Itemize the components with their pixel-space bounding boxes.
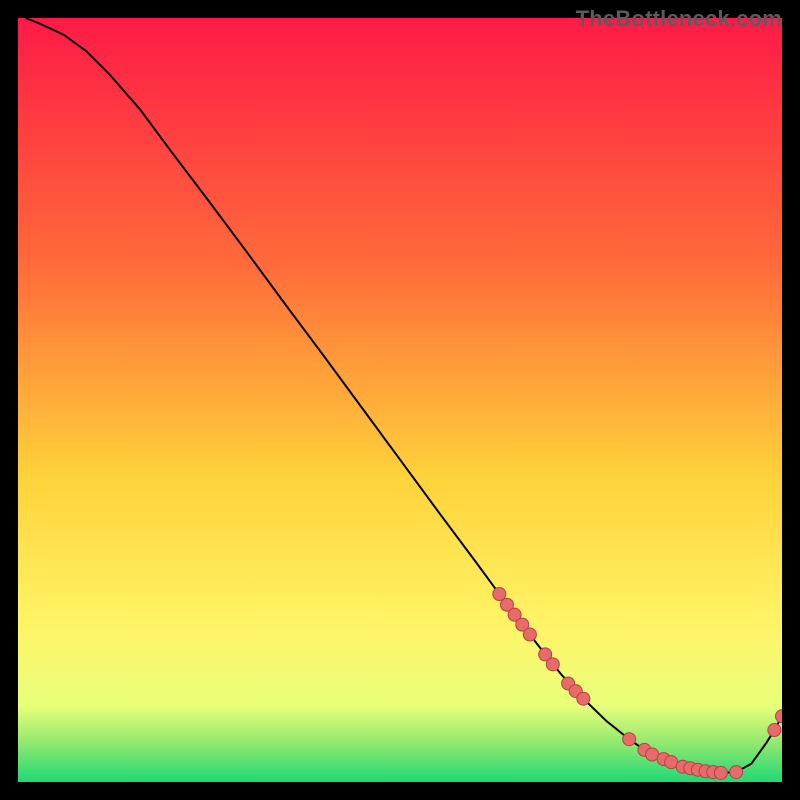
chart-container: TheBottleneck.com [0,0,800,800]
chart-svg [18,18,782,782]
data-point-marker [714,766,727,779]
data-point-marker [730,766,743,779]
data-point-marker [577,692,590,705]
watermark-label: TheBottleneck.com [576,6,782,32]
data-point-marker [623,733,636,746]
data-point-marker [523,628,536,641]
bottleneck-plot [18,18,782,782]
data-point-marker [546,658,559,671]
data-point-marker [768,724,781,737]
gradient-background [18,18,782,782]
